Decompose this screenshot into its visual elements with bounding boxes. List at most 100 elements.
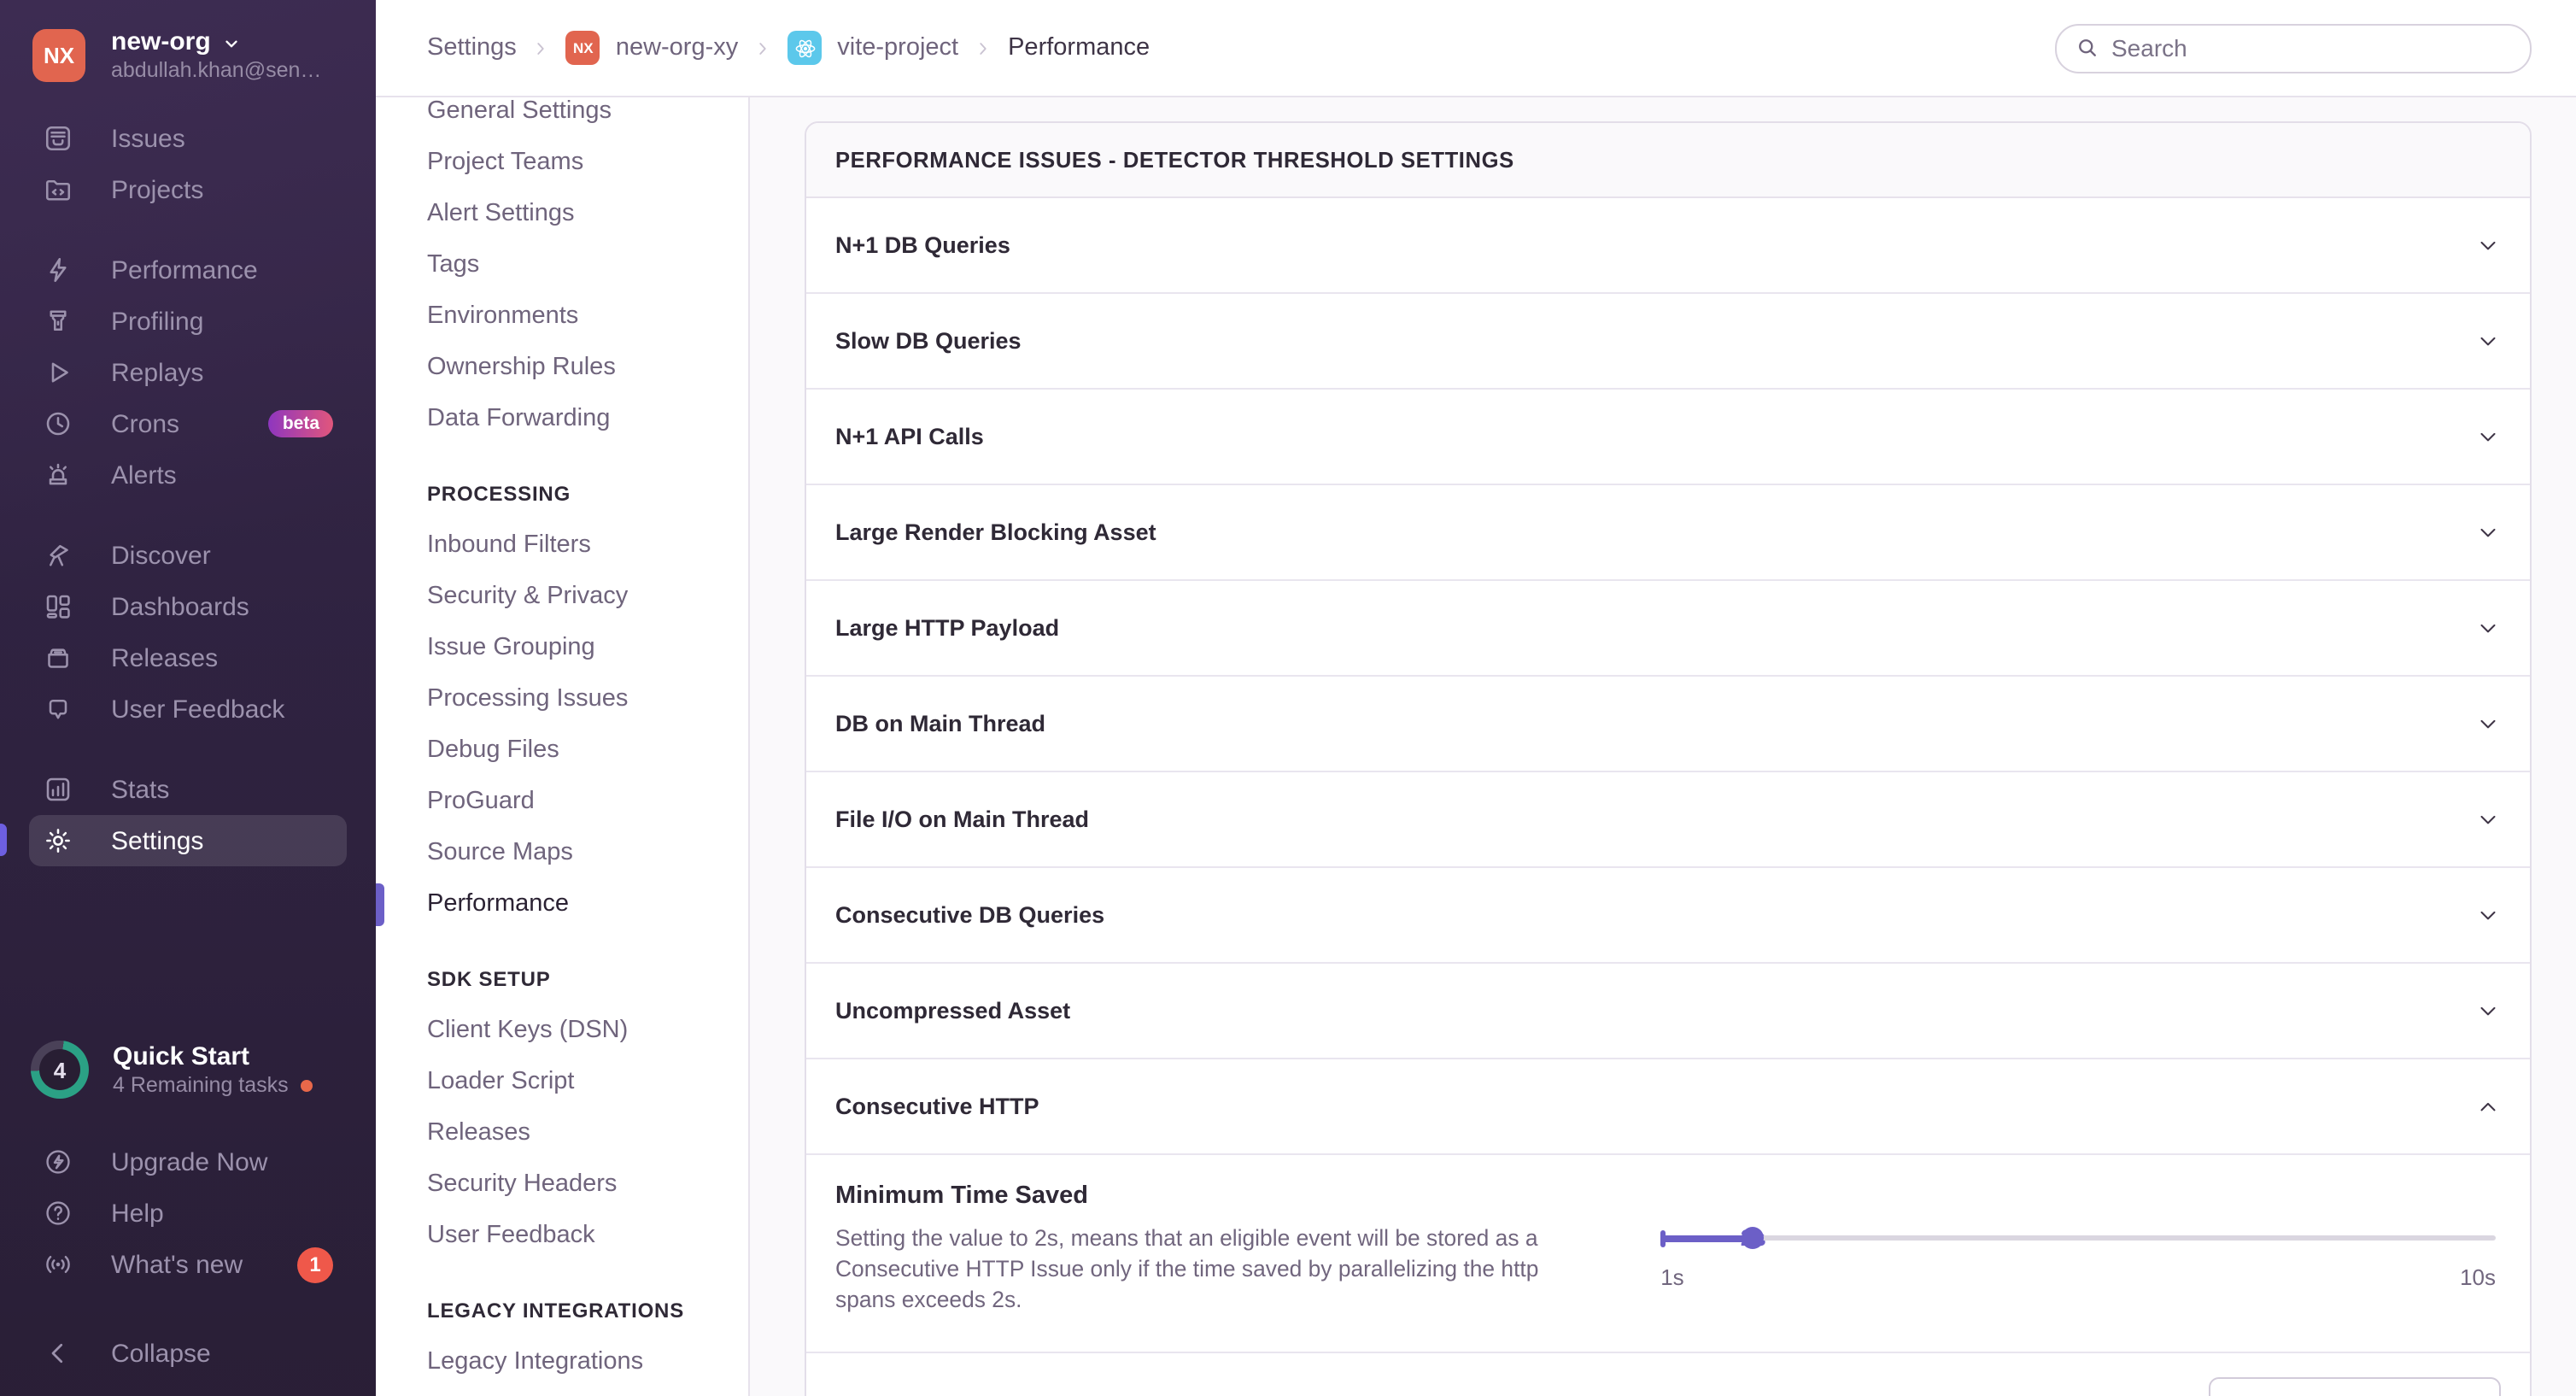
discover-icon bbox=[43, 540, 73, 571]
detector-row-slow-db-queries[interactable]: Slow DB Queries bbox=[806, 294, 2530, 390]
settings-nav-alert-settings[interactable]: Alert Settings bbox=[376, 188, 748, 239]
chevron-down-icon bbox=[2475, 519, 2501, 545]
topbar: Settings NX new-org-xy vite-project Perf… bbox=[376, 0, 2576, 97]
settings-nav-general-settings[interactable]: General Settings bbox=[376, 97, 748, 137]
settings-nav-tags[interactable]: Tags bbox=[376, 239, 748, 290]
detector-row-n1-api-calls[interactable]: N+1 API Calls bbox=[806, 390, 2530, 485]
sidebar-item-profiling[interactable]: Profiling bbox=[0, 296, 376, 347]
chevron-down-icon bbox=[2475, 615, 2501, 641]
crons-icon bbox=[43, 408, 73, 439]
sidebar-item-label: What's new bbox=[111, 1250, 243, 1279]
sidebar-collapse-button[interactable]: Collapse bbox=[0, 1328, 376, 1379]
settings-nav-legacy-integrations[interactable]: Legacy Integrations bbox=[376, 1336, 748, 1387]
sidebar-item-label: Projects bbox=[111, 175, 203, 204]
sidebar-item-dashboards[interactable]: Dashboards bbox=[0, 581, 376, 632]
threshold-settings-panel: PERFORMANCE ISSUES - DETECTOR THRESHOLD … bbox=[805, 121, 2532, 1396]
breadcrumb-settings[interactable]: Settings bbox=[427, 34, 517, 62]
sidebar-item-label: Releases bbox=[111, 643, 218, 672]
stats-icon bbox=[43, 774, 73, 805]
settings-nav-debug-files[interactable]: Debug Files bbox=[376, 724, 748, 776]
slider-handle[interactable] bbox=[1742, 1227, 1765, 1249]
main-area: Settings NX new-org-xy vite-project Perf… bbox=[376, 0, 2576, 1396]
chevron-down-icon bbox=[2475, 711, 2501, 736]
sidebar-item-label: Replays bbox=[111, 358, 203, 387]
sidebar-item-label: Performance bbox=[111, 255, 258, 284]
breadcrumb-page: Performance bbox=[1008, 34, 1150, 62]
detector-row-uncompressed-asset[interactable]: Uncompressed Asset bbox=[806, 964, 2530, 1059]
settings-nav-loader-script[interactable]: Loader Script bbox=[376, 1056, 748, 1107]
sidebar-item-user-feedback[interactable]: User Feedback bbox=[0, 683, 376, 735]
settings-nav-group-sdk-setup: SDK SETUP bbox=[376, 953, 748, 1005]
settings-nav-project-teams[interactable]: Project Teams bbox=[376, 137, 748, 188]
detector-row-consecutive-http[interactable]: Consecutive HTTP bbox=[806, 1059, 2530, 1155]
sidebar-item-issues[interactable]: Issues bbox=[0, 113, 376, 164]
sidebar-item-settings[interactable]: Settings bbox=[29, 815, 347, 866]
whats-new-badge: 1 bbox=[297, 1246, 333, 1282]
sidebar-item-discover[interactable]: Discover bbox=[0, 530, 376, 581]
sidebar-item-whats-new[interactable]: What's new 1 bbox=[0, 1239, 376, 1290]
panel-title: PERFORMANCE ISSUES - DETECTOR THRESHOLD … bbox=[806, 123, 2530, 198]
sidebar-item-label: Stats bbox=[111, 775, 169, 804]
react-project-icon bbox=[787, 31, 822, 65]
chevron-left-icon bbox=[43, 1338, 73, 1369]
org-user-email: abdullah.khan@sen… bbox=[111, 58, 321, 82]
sidebar-item-alerts[interactable]: Alerts bbox=[0, 449, 376, 501]
beta-badge: beta bbox=[269, 411, 333, 437]
settings-nav-ownership-rules[interactable]: Ownership Rules bbox=[376, 342, 748, 393]
sidebar-item-replays[interactable]: Replays bbox=[0, 347, 376, 398]
settings-nav-source-maps[interactable]: Source Maps bbox=[376, 827, 748, 878]
search-input[interactable]: Search bbox=[2055, 23, 2532, 73]
screen: NX new-org abdullah.khan@sen… Issues Pro… bbox=[0, 0, 2576, 1396]
detector-row-large-http-payload[interactable]: Large HTTP Payload bbox=[806, 581, 2530, 677]
slider-min-label: 1s bbox=[1660, 1264, 1683, 1290]
settings-nav-user-feedback[interactable]: User Feedback bbox=[376, 1210, 748, 1261]
main-sidebar: NX new-org abdullah.khan@sen… Issues Pro… bbox=[0, 0, 376, 1396]
detector-row-n1-db-queries[interactable]: N+1 DB Queries bbox=[806, 198, 2530, 294]
sidebar-item-projects[interactable]: Projects bbox=[0, 164, 376, 215]
sidebar-item-label: User Feedback bbox=[111, 695, 284, 724]
sidebar-item-label: Upgrade Now bbox=[111, 1147, 267, 1176]
reset-all-thresholds-button[interactable]: Reset All Thresholds bbox=[2210, 1376, 2502, 1396]
sidebar-item-releases[interactable]: Releases bbox=[0, 632, 376, 683]
sidebar-bottom: 4 Quick Start 4 Remaining tasks Upgrade … bbox=[0, 1030, 376, 1379]
settings-nav-releases[interactable]: Releases bbox=[376, 1107, 748, 1158]
chevron-down-icon bbox=[2475, 328, 2501, 354]
slider-track[interactable] bbox=[1660, 1235, 2496, 1241]
breadcrumb-project[interactable]: vite-project bbox=[837, 34, 958, 62]
sidebar-item-help[interactable]: Help bbox=[0, 1188, 376, 1239]
org-avatar: NX bbox=[32, 28, 85, 81]
settings-nav-client-keys[interactable]: Client Keys (DSN) bbox=[376, 1005, 748, 1056]
org-mini-avatar: NX bbox=[566, 31, 600, 65]
sidebar-item-label: Crons bbox=[111, 409, 179, 438]
settings-nav-processing-issues[interactable]: Processing Issues bbox=[376, 673, 748, 724]
detector-row-large-render-blocking-asset[interactable]: Large Render Blocking Asset bbox=[806, 485, 2530, 581]
sidebar-item-performance[interactable]: Performance bbox=[0, 244, 376, 296]
org-switcher[interactable]: NX new-org abdullah.khan@sen… bbox=[0, 21, 376, 89]
settings-nav-environments[interactable]: Environments bbox=[376, 290, 748, 342]
settings-nav-performance[interactable]: Performance bbox=[376, 878, 748, 930]
threshold-slider-area: 2s 1s 10s bbox=[1660, 1182, 2496, 1317]
chevron-right-icon bbox=[974, 38, 992, 57]
settings-nav-inbound-filters[interactable]: Inbound Filters bbox=[376, 519, 748, 571]
sidebar-item-upgrade-now[interactable]: Upgrade Now bbox=[0, 1136, 376, 1188]
minimum-time-saved-slider[interactable] bbox=[1660, 1227, 2496, 1249]
settings-nav-issue-grouping[interactable]: Issue Grouping bbox=[376, 622, 748, 673]
chevron-down-icon bbox=[2475, 807, 2501, 832]
settings-nav-proguard[interactable]: ProGuard bbox=[376, 776, 748, 827]
detector-row-db-on-main-thread[interactable]: DB on Main Thread bbox=[806, 677, 2530, 772]
breadcrumb: Settings NX new-org-xy vite-project Perf… bbox=[427, 31, 1150, 65]
quick-start[interactable]: 4 Quick Start 4 Remaining tasks bbox=[0, 1030, 376, 1109]
sidebar-item-label: Alerts bbox=[111, 460, 177, 490]
settings-nav-data-forwarding[interactable]: Data Forwarding bbox=[376, 393, 748, 444]
breadcrumb-organization[interactable]: new-org-xy bbox=[616, 34, 738, 62]
panel-footer: Reset All Thresholds bbox=[806, 1352, 2530, 1396]
detector-row-file-io-on-main-thread[interactable]: File I/O on Main Thread bbox=[806, 772, 2530, 868]
settings-content: PERFORMANCE ISSUES - DETECTOR THRESHOLD … bbox=[750, 97, 2576, 1396]
settings-nav-security-headers[interactable]: Security Headers bbox=[376, 1158, 748, 1210]
sidebar-item-label: Settings bbox=[111, 826, 203, 855]
sidebar-item-crons[interactable]: Crons beta bbox=[0, 398, 376, 449]
chevron-down-icon bbox=[2475, 232, 2501, 258]
settings-nav-security-privacy[interactable]: Security & Privacy bbox=[376, 571, 748, 622]
detector-row-consecutive-db-queries[interactable]: Consecutive DB Queries bbox=[806, 868, 2530, 964]
sidebar-item-stats[interactable]: Stats bbox=[0, 764, 376, 815]
